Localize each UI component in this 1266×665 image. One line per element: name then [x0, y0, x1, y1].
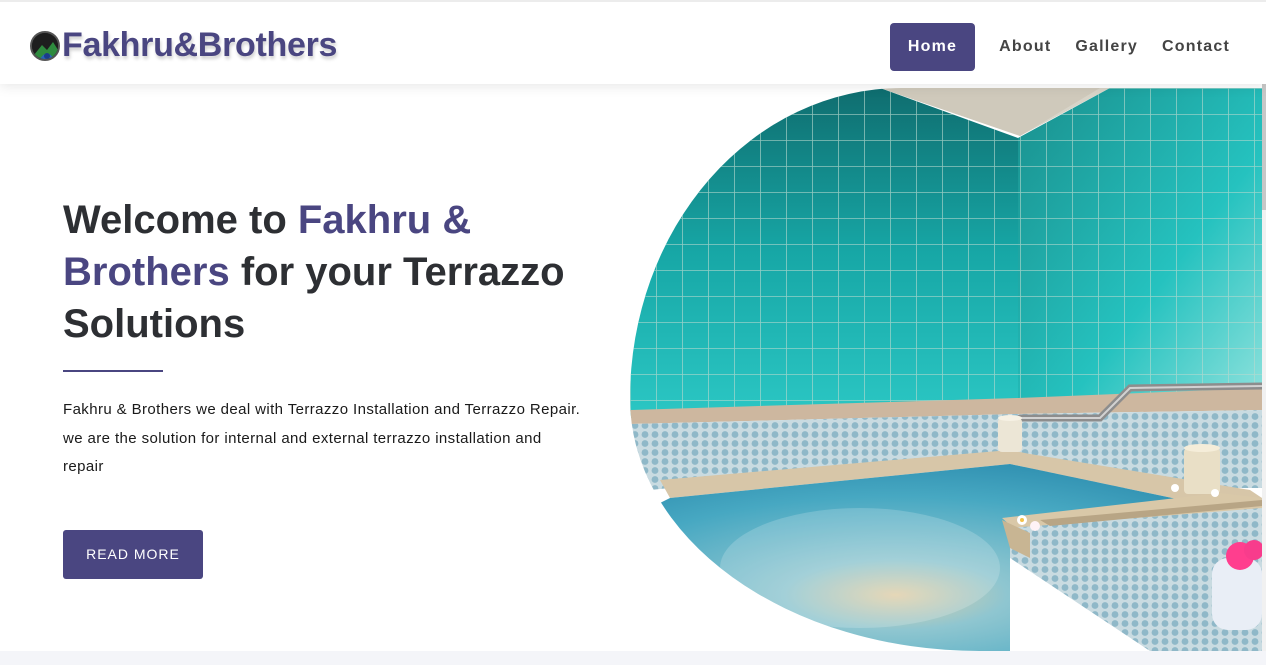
- hero-title: Welcome to Fakhru & Brothers for your Te…: [63, 194, 583, 350]
- nav-contact[interactable]: Contact: [1150, 23, 1242, 71]
- read-more-button[interactable]: READ MORE: [63, 530, 203, 579]
- hero-description: Fakhru & Brothers we deal with Terrazzo …: [63, 401, 581, 475]
- scrollbar[interactable]: [1262, 0, 1266, 651]
- nav-about[interactable]: About: [987, 23, 1063, 71]
- hero-divider: [63, 370, 163, 372]
- mountain-logo-icon: [30, 30, 60, 61]
- nav-gallery[interactable]: Gallery: [1063, 23, 1150, 71]
- main-nav: Home About Gallery Contact: [889, 23, 1242, 71]
- section-separator: [0, 651, 1266, 665]
- hero-title-part1: Welcome to: [63, 198, 298, 242]
- site-header: Fakhru&Brothers Home About Gallery Conta…: [0, 0, 1266, 84]
- nav-home[interactable]: Home: [889, 23, 976, 71]
- indoor-pool-photo: [630, 88, 1262, 651]
- brand-name: Fakhru&Brothers: [62, 26, 338, 64]
- brand[interactable]: Fakhru&Brothers: [30, 26, 337, 65]
